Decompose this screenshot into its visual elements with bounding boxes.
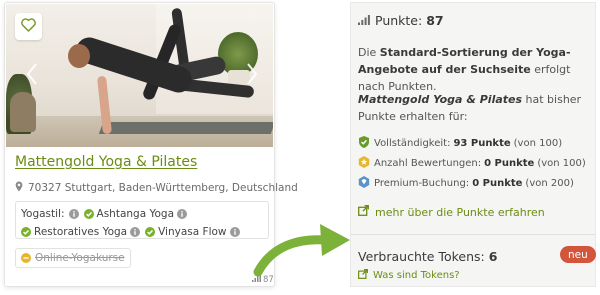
points-info-link-label: mehr über die Punkte erfahren: [375, 205, 545, 219]
check-icon: [21, 226, 31, 237]
tokens-label: Verbrauchte Tokens:: [358, 249, 485, 264]
style-tag-label: Restoratives Yoga: [34, 225, 128, 238]
check-icon: [83, 208, 94, 219]
info-icon[interactable]: [229, 226, 240, 237]
points-value: 87: [426, 13, 444, 28]
studio-card[interactable]: Mattengold Yoga & Pilates 70327 Stuttgar…: [4, 2, 298, 287]
favorite-button[interactable]: [15, 13, 42, 40]
tokens-used: Verbrauchte Tokens: 6: [358, 249, 497, 264]
studio-name-link[interactable]: Mattengold Yoga & Pilates: [15, 154, 197, 170]
info-icon[interactable]: [177, 208, 188, 219]
sorting-explanation: Die Standard-Sortierung der Yoga-Angebot…: [358, 46, 571, 93]
style-tag-label: Vinyasa Flow: [158, 225, 227, 238]
points-header: Punkte: 87: [358, 13, 444, 28]
points-info-link[interactable]: mehr über die Punkte erfahren: [358, 205, 545, 219]
tokens-info-link[interactable]: Was sind Tokens?: [358, 269, 460, 282]
address-text: 70327 Stuttgart, Baden-Württemberg, Deut…: [28, 182, 298, 194]
curved-arrow-icon: [253, 224, 350, 277]
online-courses-tag[interactable]: Online-Yogakurse: [15, 248, 131, 268]
diamond-badge-icon: [358, 176, 374, 191]
style-tag-label: Ashtanga Yoga: [96, 207, 175, 220]
tokens-info-link-label: Was sind Tokens?: [373, 270, 460, 281]
style-tag[interactable]: Restoratives Yoga: [21, 225, 141, 238]
studio-photo[interactable]: [6, 4, 273, 147]
tokens-value: 6: [488, 249, 498, 264]
chevron-right-icon: [246, 62, 258, 90]
online-courses-label: Online-Yogakurse: [35, 252, 125, 264]
yogastil-label: Yogastil:: [21, 207, 65, 220]
points-panel: Punkte: 87 Die Standard-Sortierung der Y…: [350, 2, 596, 287]
criterion-reviews: Anzahl Bewertungen: 0 Punkte (von 100): [358, 156, 586, 171]
panel-divider: [351, 234, 595, 235]
external-link-icon: [358, 205, 375, 219]
earned-points-text: Mattengold Yoga & Pilates hat bisher Pun…: [358, 93, 582, 123]
points-label: Punkte:: [375, 13, 423, 28]
chevron-left-icon: [26, 62, 38, 90]
minus-circle-icon: [21, 253, 31, 263]
criterion-premium: Premium-Buchung: 0 Punkte (von 200): [358, 176, 574, 191]
check-icon: [145, 226, 156, 237]
shield-check-icon: [358, 136, 374, 151]
criterion-completeness: Vollständigkeit: 93 Punkte (von 100): [358, 136, 562, 151]
star-badge-icon: [358, 156, 374, 171]
new-badge: neu: [560, 246, 596, 263]
style-tag[interactable]: Ashtanga Yoga: [83, 207, 188, 220]
info-icon[interactable]: [68, 208, 79, 219]
style-tag[interactable]: Vinyasa Flow: [145, 225, 240, 238]
external-link-icon: [358, 269, 373, 282]
next-image-button[interactable]: [243, 60, 261, 92]
prev-image-button[interactable]: [23, 60, 41, 92]
info-icon[interactable]: [130, 226, 141, 237]
signal-bars-icon: [358, 13, 375, 28]
yoga-styles-box: Yogastil: Ashtanga Yoga Restoratives Yog…: [15, 201, 269, 239]
heart-icon: [20, 17, 37, 36]
studio-address: 70327 Stuttgart, Baden-Württemberg, Deut…: [15, 181, 298, 195]
map-pin-icon: [15, 181, 28, 195]
